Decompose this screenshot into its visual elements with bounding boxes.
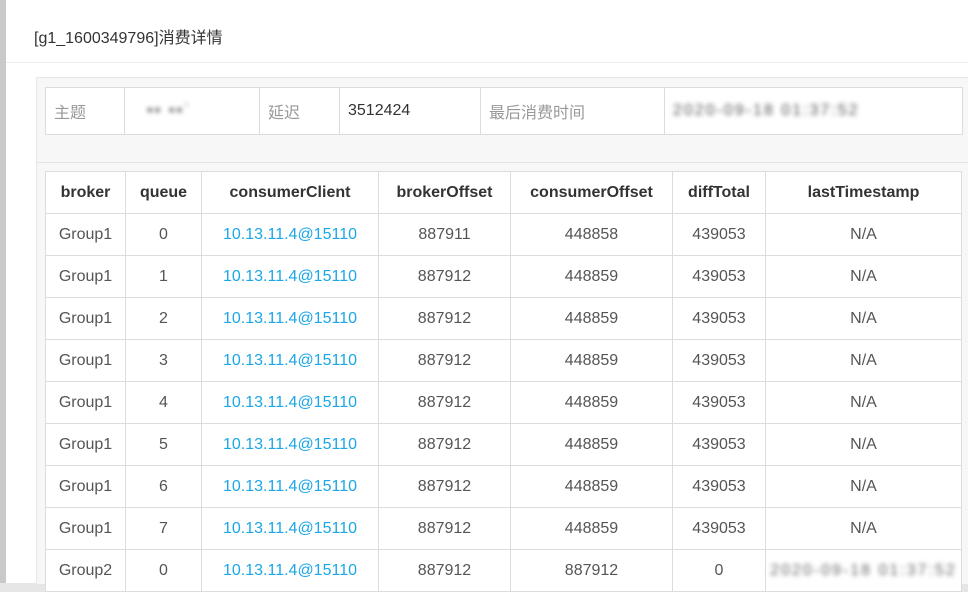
cell-last-timestamp: N/A (765, 381, 962, 424)
cell-consumer-client[interactable]: 10.13.11.4@15110 (201, 549, 379, 592)
cell-broker-offset: 887912 (378, 255, 511, 298)
cell-last-timestamp: N/A (765, 465, 962, 508)
last-timestamp-text: 2020-09-18 01:37:52 (770, 561, 957, 579)
cell-consumer-client[interactable]: 10.13.11.4@15110 (201, 213, 379, 256)
cell-consumer-offset: 448858 (510, 213, 673, 256)
cell-broker: Group1 (45, 381, 126, 424)
cell-consumer-client[interactable]: 10.13.11.4@15110 (201, 297, 379, 340)
table-row: Group1 0 10.13.11.4@15110 887911 448858 43905… (45, 213, 962, 256)
header-diff-total[interactable]: diffTotal (672, 171, 766, 214)
topic-value: ▪▪ ▪▪` (125, 88, 260, 134)
cell-broker-offset: 887912 (378, 297, 511, 340)
cell-consumer-client[interactable]: 10.13.11.4@15110 (201, 339, 379, 382)
cell-diff-total: 439053 (672, 339, 766, 382)
table-row: Group1 1 10.13.11.4@15110 887912 448859 43905… (45, 255, 962, 298)
cell-broker: Group2 (45, 549, 126, 592)
table-row: Group1 3 10.13.11.4@15110 887912 448859 43905… (45, 339, 962, 382)
cell-last-timestamp: N/A (765, 255, 962, 298)
cell-consumer-offset: 448859 (510, 255, 673, 298)
table-row: Group1 2 10.13.11.4@15110 887912 448859 43905… (45, 297, 962, 340)
cell-queue: 4 (125, 381, 202, 424)
cell-last-timestamp: N/A (765, 297, 962, 340)
cell-broker-offset: 887912 (378, 339, 511, 382)
header-broker-offset[interactable]: brokerOffset (378, 171, 511, 214)
cell-consumer-client[interactable]: 10.13.11.4@15110 (201, 465, 379, 508)
table-header-row: broker queue consumerClient brokerOffset… (45, 171, 962, 214)
cell-consumer-client[interactable]: 10.13.11.4@15110 (201, 381, 379, 424)
cell-last-timestamp: 2020-09-18 01:37:52 (765, 549, 962, 592)
cell-last-timestamp: N/A (765, 507, 962, 550)
table-body: Group1 0 10.13.11.4@15110 887911 448858 43905… (45, 213, 962, 592)
topic-value-text: ▪▪ ▪▪` (147, 102, 192, 119)
cell-broker: Group1 (45, 213, 126, 256)
cell-broker: Group1 (45, 255, 126, 298)
cell-last-timestamp: N/A (765, 423, 962, 466)
cell-consumer-offset: 887912 (510, 549, 673, 592)
cell-broker-offset: 887912 (378, 507, 511, 550)
cell-queue: 0 (125, 549, 202, 592)
consume-detail-dialog: [g1_1600349796]消费详情 主题 ▪▪ ▪▪` 延迟 3512424… (6, 0, 968, 592)
cell-consumer-offset: 448859 (510, 423, 673, 466)
last-consume-label: 最后消费时间 (481, 88, 665, 134)
cell-broker-offset: 887911 (378, 213, 511, 256)
table-row: Group1 7 10.13.11.4@15110 887912 448859 43905… (45, 507, 962, 550)
cell-broker-offset: 887912 (378, 381, 511, 424)
header-broker[interactable]: broker (45, 171, 126, 214)
cell-consumer-offset: 448859 (510, 507, 673, 550)
topic-label: 主题 (46, 88, 125, 134)
cell-last-timestamp: N/A (765, 339, 962, 382)
cell-queue: 5 (125, 423, 202, 466)
cell-diff-total: 439053 (672, 297, 766, 340)
delay-label: 延迟 (260, 88, 340, 134)
cell-broker-offset: 887912 (378, 549, 511, 592)
cell-consumer-offset: 448859 (510, 381, 673, 424)
cell-last-timestamp: N/A (765, 213, 962, 256)
header-queue[interactable]: queue (125, 171, 202, 214)
cell-queue: 7 (125, 507, 202, 550)
cell-consumer-offset: 448859 (510, 339, 673, 382)
table-row: Group1 6 10.13.11.4@15110 887912 448859 43905… (45, 465, 962, 508)
cell-broker-offset: 887912 (378, 423, 511, 466)
cell-queue: 2 (125, 297, 202, 340)
cell-broker: Group1 (45, 507, 126, 550)
consumer-table: broker queue consumerClient brokerOffset… (45, 171, 962, 592)
last-consume-value: 2020-09-18 01:37:52 (665, 88, 960, 134)
cell-broker: Group1 (45, 339, 126, 382)
summary-bar: 主题 ▪▪ ▪▪` 延迟 3512424 最后消费时间 2020-09-18 0… (45, 87, 963, 135)
dialog-title: [g1_1600349796]消费详情 (34, 30, 223, 47)
cell-consumer-offset: 448859 (510, 297, 673, 340)
cell-diff-total: 439053 (672, 423, 766, 466)
table-row: Group2 0 10.13.11.4@15110 887912 887912 0 2020… (45, 549, 962, 592)
cell-diff-total: 439053 (672, 381, 766, 424)
delay-value: 3512424 (340, 88, 481, 134)
header-consumer-offset[interactable]: consumerOffset (510, 171, 673, 214)
cell-queue: 0 (125, 213, 202, 256)
cell-queue: 3 (125, 339, 202, 382)
table-row: Group1 4 10.13.11.4@15110 887912 448859 43905… (45, 381, 962, 424)
cell-broker: Group1 (45, 297, 126, 340)
cell-diff-total: 439053 (672, 465, 766, 508)
header-consumer-client[interactable]: consumerClient (201, 171, 379, 214)
cell-consumer-offset: 448859 (510, 465, 673, 508)
last-consume-value-text: 2020-09-18 01:37:52 (673, 102, 860, 119)
table-row: Group1 5 10.13.11.4@15110 887912 448859 43905… (45, 423, 962, 466)
title-divider (6, 62, 968, 63)
cell-diff-total: 439053 (672, 213, 766, 256)
cell-broker: Group1 (45, 423, 126, 466)
cell-broker: Group1 (45, 465, 126, 508)
header-last-timestamp[interactable]: lastTimestamp (765, 171, 962, 214)
cell-diff-total: 439053 (672, 507, 766, 550)
cell-diff-total: 439053 (672, 255, 766, 298)
cell-diff-total: 0 (672, 549, 766, 592)
cell-consumer-client[interactable]: 10.13.11.4@15110 (201, 255, 379, 298)
cell-consumer-client[interactable]: 10.13.11.4@15110 (201, 423, 379, 466)
cell-consumer-client[interactable]: 10.13.11.4@15110 (201, 507, 379, 550)
detail-panel: 主题 ▪▪ ▪▪` 延迟 3512424 最后消费时间 2020-09-18 0… (36, 77, 968, 592)
panel-divider (37, 162, 968, 163)
cell-broker-offset: 887912 (378, 465, 511, 508)
cell-queue: 6 (125, 465, 202, 508)
cell-queue: 1 (125, 255, 202, 298)
